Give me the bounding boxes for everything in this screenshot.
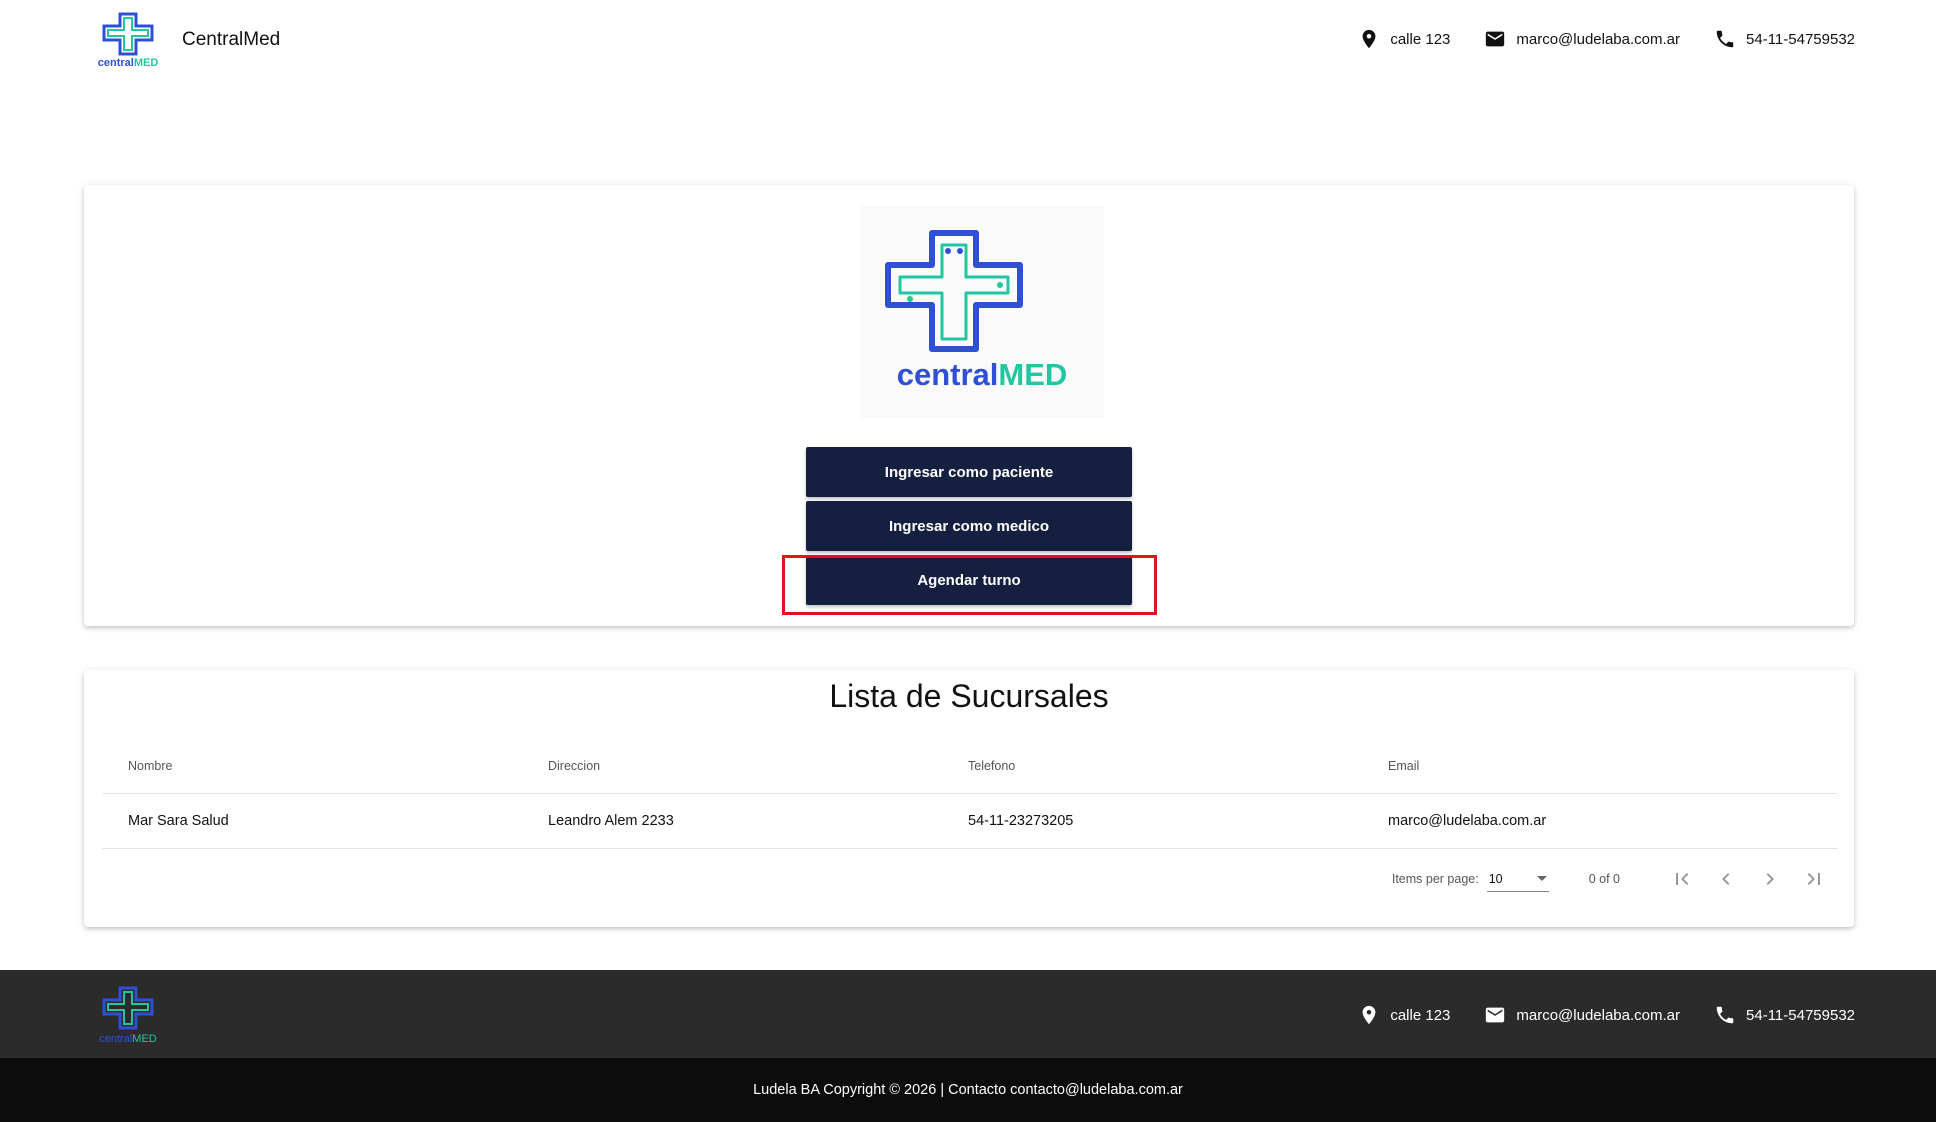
items-per-page-label: Items per page: [1391, 872, 1479, 886]
page-range-label: 0 of 0 [1588, 872, 1620, 886]
column-header-nombre[interactable]: Nombre [102, 759, 522, 773]
footer-copyright: Ludela BA Copyright © 2026 | Contacto co… [0, 1058, 1936, 1122]
location-pin-icon [1362, 29, 1376, 49]
chevron-left-icon [1722, 873, 1730, 885]
paginator: Items per page: 10 0 of 0 [1392, 860, 1836, 898]
previous-page-button[interactable] [1704, 860, 1748, 898]
email-contact: marco@ludelaba.com.ar [1484, 28, 1680, 50]
next-page-button[interactable] [1748, 860, 1792, 898]
login-doctor-button[interactable]: Ingresar como medico [806, 501, 1132, 551]
branches-table: Nombre Direccion Telefono Email Mar Sara… [102, 738, 1837, 849]
column-header-email[interactable]: Email [1362, 759, 1837, 773]
footer-address-text: calle 123 [1390, 1006, 1451, 1024]
footer-email-contact: marco@ludelaba.com.ar [1484, 1004, 1680, 1026]
column-header-telefono[interactable]: Telefono [942, 759, 1362, 773]
email-text: marco@ludelaba.com.ar [1516, 30, 1681, 48]
cell-direccion: Leandro Alem 2233 [548, 813, 674, 829]
footer-logo[interactable]: centralMED [92, 984, 164, 1046]
first-page-icon [1676, 873, 1689, 885]
site-header: centralMED CentralMed calle 123 marco@lu… [0, 0, 1936, 84]
phone-icon [1716, 1006, 1734, 1024]
table-header-row: Nombre Direccion Telefono Email [102, 738, 1837, 794]
address-text: calle 123 [1390, 30, 1451, 48]
address-contact: calle 123 [1358, 28, 1450, 50]
cell-nombre: Mar Sara Salud [128, 813, 229, 829]
cell-telefono: 54-11-23273205 [968, 813, 1074, 829]
footer-phone-contact: 54-11-54759532 [1714, 1004, 1855, 1026]
footer-top: centralMED calle 123 marco@ludelaba.com.… [0, 970, 1936, 1058]
footer-address-contact: calle 123 [1358, 1004, 1450, 1026]
dropdown-caret-icon [1536, 876, 1547, 881]
svg-text:centralMED: centralMED [98, 57, 159, 69]
chevron-right-icon [1766, 873, 1774, 885]
phone-contact: 54-11-54759532 [1714, 28, 1855, 50]
copyright-text: Ludela BA Copyright © 2026 | Contacto co… [753, 1082, 1183, 1098]
footer-contacts: calle 123 marco@ludelaba.com.ar 54-11-54… [1324, 1004, 1855, 1026]
last-page-icon [1807, 873, 1820, 885]
brand-name: CentralMed [182, 29, 281, 50]
centralmed-logo: centralMED [92, 10, 164, 70]
location-pin-icon [1362, 1005, 1376, 1025]
schedule-appointment-button[interactable]: Agendar turno [806, 555, 1132, 605]
phone-icon [1716, 30, 1734, 48]
svg-text:centralMED: centralMED [897, 357, 1068, 392]
first-page-button[interactable] [1660, 860, 1704, 898]
items-per-page-select[interactable]: 10 [1486, 866, 1549, 892]
header-contacts: calle 123 marco@ludelaba.com.ar 54-11-54… [1324, 28, 1855, 50]
cell-email: marco@ludelaba.com.ar [1388, 813, 1547, 829]
mail-icon [1486, 31, 1505, 47]
footer-phone-text: 54-11-54759532 [1746, 1006, 1855, 1024]
last-page-button[interactable] [1792, 860, 1836, 898]
branches-title: Lista de Sucursales [829, 678, 1109, 714]
login-card: centralMED Ingresar como paciente Ingres… [84, 185, 1854, 626]
column-header-direccion[interactable]: Direccion [522, 759, 942, 773]
svg-text:centralMED: centralMED [99, 1033, 157, 1045]
items-per-page-value: 10 [1488, 871, 1503, 886]
branches-card: Lista de Sucursales Nombre Direccion Tel… [84, 670, 1854, 927]
table-row[interactable]: Mar Sara Salud Leandro Alem 2233 54-11-2… [102, 794, 1837, 849]
mail-icon [1486, 1007, 1505, 1023]
login-patient-button[interactable]: Ingresar como paciente [806, 447, 1132, 497]
phone-text: 54-11-54759532 [1746, 30, 1855, 48]
footer-email-text: marco@ludelaba.com.ar [1516, 1006, 1681, 1024]
brand[interactable]: centralMED CentralMed [92, 10, 280, 70]
centralmed-hero-logo: centralMED [860, 205, 1104, 419]
